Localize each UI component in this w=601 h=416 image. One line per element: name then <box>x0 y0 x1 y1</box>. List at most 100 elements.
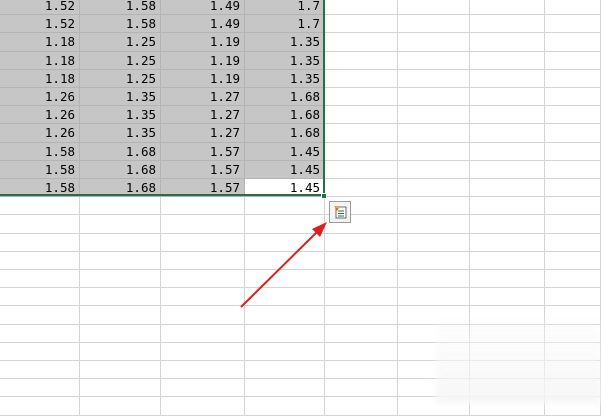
empty-cell[interactable] <box>470 15 545 34</box>
table-cell[interactable]: 1.58 <box>80 15 161 34</box>
empty-cell[interactable] <box>398 69 470 88</box>
table-cell[interactable]: 1.58 <box>0 142 80 161</box>
empty-cell[interactable] <box>398 233 470 252</box>
empty-cell[interactable] <box>325 233 398 252</box>
table-cell[interactable]: 1.58 <box>0 160 80 179</box>
table-cell[interactable]: 1.68 <box>245 106 325 125</box>
table-cell[interactable]: 1.35 <box>245 33 325 52</box>
quick-analysis-button[interactable] <box>329 201 351 223</box>
empty-cell[interactable] <box>325 69 398 88</box>
table-cell[interactable]: 1.25 <box>80 69 161 88</box>
table-cell[interactable]: 1.35 <box>80 88 161 107</box>
empty-cell[interactable] <box>0 324 80 343</box>
table-cell[interactable]: 1.35 <box>80 106 161 125</box>
empty-cell[interactable] <box>0 342 80 361</box>
empty-cell[interactable] <box>80 379 161 398</box>
empty-cell[interactable] <box>161 324 245 343</box>
empty-cell[interactable] <box>0 233 80 252</box>
empty-cell[interactable] <box>545 160 601 179</box>
empty-cell[interactable] <box>0 215 80 234</box>
empty-cell[interactable] <box>245 197 325 216</box>
empty-cell[interactable] <box>0 288 80 307</box>
empty-cell[interactable] <box>470 33 545 52</box>
empty-cell[interactable] <box>245 379 325 398</box>
empty-cell[interactable] <box>245 233 325 252</box>
empty-cell[interactable] <box>545 33 601 52</box>
empty-cell[interactable] <box>325 306 398 325</box>
empty-cell[interactable] <box>545 197 601 216</box>
table-cell[interactable]: 1.18 <box>0 51 80 70</box>
empty-cell[interactable] <box>325 361 398 380</box>
empty-cell[interactable] <box>398 51 470 70</box>
empty-cell[interactable] <box>470 179 545 198</box>
table-cell[interactable]: 1.19 <box>161 33 245 52</box>
empty-cell[interactable] <box>245 251 325 270</box>
table-cell[interactable]: 1.45 <box>245 142 325 161</box>
table-cell[interactable]: 1.26 <box>0 106 80 125</box>
empty-cell[interactable] <box>545 69 601 88</box>
empty-cell[interactable] <box>470 88 545 107</box>
empty-cell[interactable] <box>470 215 545 234</box>
empty-cell[interactable] <box>325 270 398 289</box>
empty-cell[interactable] <box>325 379 398 398</box>
table-cell[interactable]: 1.58 <box>80 0 161 16</box>
empty-cell[interactable] <box>161 397 245 416</box>
empty-cell[interactable] <box>325 142 398 161</box>
table-cell[interactable]: 1.25 <box>80 51 161 70</box>
empty-cell[interactable] <box>398 270 470 289</box>
empty-cell[interactable] <box>80 215 161 234</box>
empty-cell[interactable] <box>80 288 161 307</box>
table-cell[interactable]: 1.49 <box>161 15 245 34</box>
empty-cell[interactable] <box>470 69 545 88</box>
empty-cell[interactable] <box>325 288 398 307</box>
empty-cell[interactable] <box>161 233 245 252</box>
empty-cell[interactable] <box>545 15 601 34</box>
empty-cell[interactable] <box>245 270 325 289</box>
empty-cell[interactable] <box>398 15 470 34</box>
empty-cell[interactable] <box>161 361 245 380</box>
empty-cell[interactable] <box>470 160 545 179</box>
empty-cell[interactable] <box>470 142 545 161</box>
empty-cell[interactable] <box>161 215 245 234</box>
table-cell[interactable]: 1.68 <box>80 179 161 198</box>
empty-cell[interactable] <box>325 342 398 361</box>
table-cell[interactable]: 1.52 <box>0 0 80 16</box>
table-cell[interactable]: 1.57 <box>161 160 245 179</box>
empty-cell[interactable] <box>245 397 325 416</box>
empty-cell[interactable] <box>545 142 601 161</box>
empty-cell[interactable] <box>325 88 398 107</box>
empty-cell[interactable] <box>470 51 545 70</box>
empty-cell[interactable] <box>545 233 601 252</box>
empty-cell[interactable] <box>325 160 398 179</box>
empty-cell[interactable] <box>470 106 545 125</box>
empty-cell[interactable] <box>398 197 470 216</box>
empty-cell[interactable] <box>398 106 470 125</box>
empty-cell[interactable] <box>80 197 161 216</box>
table-cell[interactable]: 1.45 <box>245 179 325 198</box>
empty-cell[interactable] <box>0 379 80 398</box>
table-cell[interactable]: 1.26 <box>0 88 80 107</box>
table-cell[interactable]: 1.57 <box>161 179 245 198</box>
empty-cell[interactable] <box>161 379 245 398</box>
table-cell[interactable]: 1.58 <box>0 179 80 198</box>
fill-handle[interactable] <box>321 193 327 199</box>
empty-cell[interactable] <box>545 0 601 16</box>
empty-cell[interactable] <box>470 270 545 289</box>
empty-cell[interactable] <box>80 397 161 416</box>
empty-cell[interactable] <box>161 251 245 270</box>
empty-cell[interactable] <box>325 324 398 343</box>
table-cell[interactable]: 1.27 <box>161 88 245 107</box>
empty-cell[interactable] <box>545 106 601 125</box>
table-cell[interactable]: 1.68 <box>245 88 325 107</box>
empty-cell[interactable] <box>80 324 161 343</box>
empty-cell[interactable] <box>545 215 601 234</box>
empty-cell[interactable] <box>470 251 545 270</box>
empty-cell[interactable] <box>398 0 470 16</box>
empty-cell[interactable] <box>245 306 325 325</box>
empty-cell[interactable] <box>545 51 601 70</box>
empty-cell[interactable] <box>80 361 161 380</box>
empty-cell[interactable] <box>325 251 398 270</box>
empty-cell[interactable] <box>398 215 470 234</box>
empty-cell[interactable] <box>325 33 398 52</box>
table-cell[interactable]: 1.52 <box>0 15 80 34</box>
